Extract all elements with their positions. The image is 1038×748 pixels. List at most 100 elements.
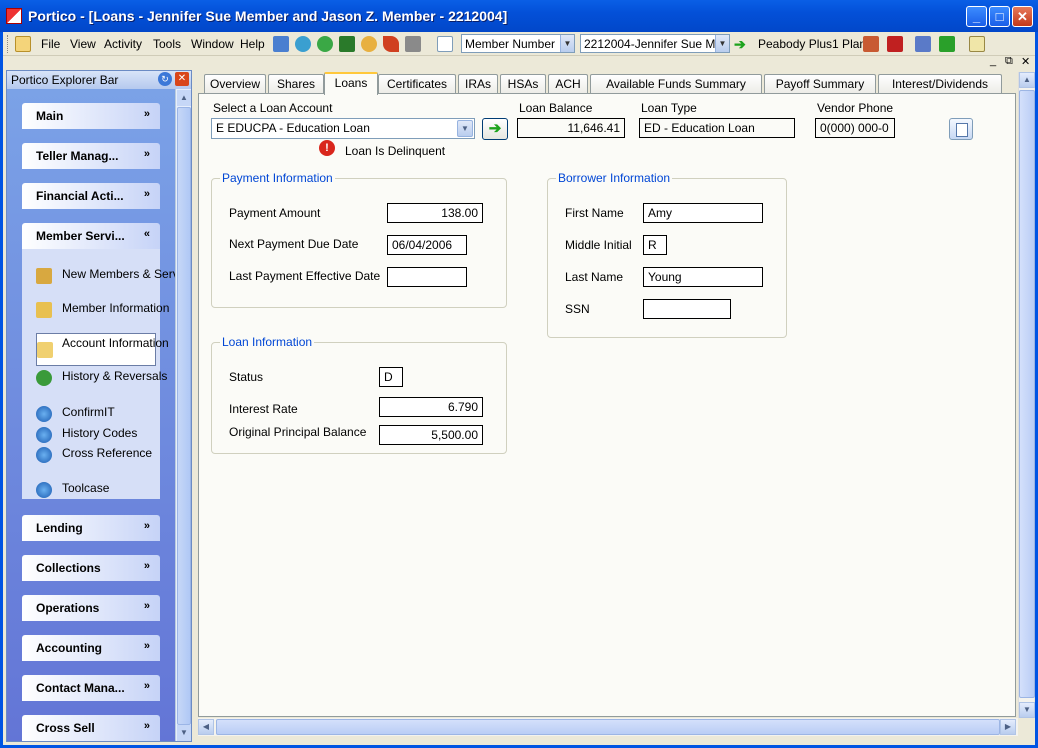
- chart-icon[interactable]: [915, 36, 931, 52]
- group-contact-management[interactable]: Contact Mana... »: [22, 675, 160, 701]
- interest-rate-field[interactable]: 6.790: [379, 397, 483, 417]
- nav-label: History & Reversals: [62, 369, 168, 383]
- chevron-down-icon[interactable]: »: [144, 560, 150, 572]
- main-horizontal-scrollbar[interactable]: ◀ ▶: [198, 718, 1018, 736]
- group-teller-management[interactable]: Teller Manag... »: [22, 143, 160, 169]
- redo-arrow-icon[interactable]: [383, 36, 399, 52]
- go-button[interactable]: ➔: [482, 118, 508, 140]
- middle-initial-field[interactable]: R: [643, 235, 667, 255]
- nav-history-codes[interactable]: History Codes: [25, 426, 145, 443]
- tab-iras[interactable]: IRAs: [458, 74, 498, 94]
- group-collections[interactable]: Collections »: [22, 555, 160, 581]
- chevron-down-icon[interactable]: »: [144, 600, 150, 612]
- nav-account-information[interactable]: Account Information: [36, 333, 169, 366]
- refresh-icon[interactable]: ↻: [158, 72, 172, 86]
- scroll-thumb[interactable]: [177, 107, 191, 725]
- chevron-down-icon[interactable]: »: [144, 640, 150, 652]
- tab-certificates[interactable]: Certificates: [378, 74, 456, 94]
- ssn-field[interactable]: [643, 299, 731, 319]
- search-type-select[interactable]: Member Number ▼: [461, 34, 575, 53]
- menu-activity[interactable]: Activity: [104, 37, 142, 51]
- payment-amount-field[interactable]: 138.00: [387, 203, 483, 223]
- original-principal-field[interactable]: 5,500.00: [379, 425, 483, 445]
- scroll-down-icon[interactable]: ▼: [1019, 702, 1035, 718]
- maximize-button[interactable]: □: [989, 6, 1010, 27]
- chevron-down-icon[interactable]: »: [144, 720, 150, 732]
- lookup-button[interactable]: [949, 118, 973, 140]
- tab-overview[interactable]: Overview: [204, 74, 266, 94]
- minimize-button[interactable]: _: [966, 6, 987, 27]
- envelope-icon[interactable]: [969, 36, 985, 52]
- loan-account-select[interactable]: E EDUCPA - Education Loan ▼: [211, 118, 475, 139]
- chevron-up-icon[interactable]: «: [144, 228, 150, 240]
- chevron-down-icon[interactable]: ▼: [457, 120, 473, 137]
- nav-confirmit[interactable]: ConfirmIT: [25, 405, 145, 422]
- scroll-down-icon[interactable]: ▼: [177, 725, 191, 741]
- scroll-up-icon[interactable]: ▲: [1019, 72, 1035, 88]
- nav-cross-reference[interactable]: Cross Reference: [25, 446, 152, 476]
- tab-ach[interactable]: ACH: [548, 74, 588, 94]
- next-due-date-field[interactable]: 06/04/2006: [387, 235, 467, 255]
- battery-icon[interactable]: [939, 36, 955, 52]
- group-cross-sell[interactable]: Cross Sell »: [22, 715, 160, 741]
- close-button[interactable]: ✕: [1012, 6, 1033, 27]
- menu-view[interactable]: View: [70, 37, 96, 51]
- scroll-left-icon[interactable]: ◀: [198, 719, 214, 735]
- scroll-thumb[interactable]: [1019, 90, 1035, 698]
- chevron-down-icon[interactable]: ▼: [560, 35, 574, 52]
- nav-history-reversals[interactable]: History & Reversals: [25, 369, 167, 399]
- last-name-field[interactable]: Young: [643, 267, 763, 287]
- padlock-icon[interactable]: [361, 36, 377, 52]
- chevron-down-icon[interactable]: ▼: [715, 35, 729, 52]
- mdi-restore-button[interactable]: ⧉: [1005, 55, 1013, 68]
- tab-payoff-summary[interactable]: Payoff Summary: [764, 74, 876, 94]
- group-main[interactable]: Main »: [22, 103, 160, 129]
- status-field[interactable]: D: [379, 367, 403, 387]
- first-name-field[interactable]: Amy: [643, 203, 763, 223]
- close-icon[interactable]: ✕: [175, 72, 189, 86]
- main-vertical-scrollbar[interactable]: ▲ ▼: [1018, 72, 1035, 718]
- chevron-down-icon[interactable]: »: [144, 148, 150, 160]
- tab-available-funds[interactable]: Available Funds Summary: [590, 74, 762, 94]
- go-arrow-icon[interactable]: ➔: [734, 36, 750, 52]
- nav-toolcase[interactable]: Toolcase: [25, 481, 145, 498]
- tab-interest-dividends[interactable]: Interest/Dividends: [878, 74, 1002, 94]
- mdi-close-button[interactable]: ✕: [1021, 55, 1030, 68]
- tab-loans[interactable]: Loans: [324, 72, 378, 95]
- alert-car-icon[interactable]: [887, 36, 903, 52]
- cash-icon[interactable]: [339, 36, 355, 52]
- group-accounting[interactable]: Accounting »: [22, 635, 160, 661]
- last-payment-date-field[interactable]: [387, 267, 467, 287]
- menu-window[interactable]: Window: [191, 37, 234, 51]
- menu-file[interactable]: File: [41, 37, 60, 51]
- tag-icon[interactable]: [295, 36, 311, 52]
- toolbar-grip[interactable]: [7, 35, 10, 53]
- nav-new-members[interactable]: New Members & Services: [25, 267, 175, 297]
- chevron-down-icon[interactable]: »: [144, 108, 150, 120]
- printer-icon[interactable]: [405, 36, 421, 52]
- mdi-minimize-button[interactable]: _: [990, 55, 996, 67]
- group-financial-activity[interactable]: Financial Acti... »: [22, 183, 160, 209]
- group-lending[interactable]: Lending »: [22, 515, 160, 541]
- tab-shares[interactable]: Shares: [268, 74, 324, 94]
- scroll-up-icon[interactable]: ▲: [177, 90, 191, 106]
- scroll-thumb[interactable]: [216, 719, 1000, 735]
- users-icon[interactable]: [863, 36, 879, 52]
- tab-hsas[interactable]: HSAs: [500, 74, 546, 94]
- scroll-right-icon[interactable]: ▶: [1000, 719, 1016, 735]
- explorer-scrollbar[interactable]: ▲ ▼: [175, 89, 191, 741]
- nav-member-information[interactable]: Member Information: [25, 301, 169, 331]
- chevron-down-icon[interactable]: »: [144, 188, 150, 200]
- menu-help[interactable]: Help: [240, 37, 265, 51]
- group-operations[interactable]: Operations »: [22, 595, 160, 621]
- new-document-icon[interactable]: [437, 36, 453, 52]
- explorer-toggle-icon[interactable]: [15, 36, 31, 52]
- chevron-down-icon[interactable]: »: [144, 520, 150, 532]
- menu-tools[interactable]: Tools: [153, 37, 181, 51]
- money-icon[interactable]: [317, 36, 333, 52]
- member-select[interactable]: 2212004-Jennifer Sue M ▼: [580, 34, 730, 53]
- group-member-services[interactable]: Member Servi... «: [22, 223, 160, 249]
- plan-label[interactable]: Peabody Plus1 Plan: [758, 37, 866, 51]
- chevron-down-icon[interactable]: »: [144, 680, 150, 692]
- calculator-icon[interactable]: [273, 36, 289, 52]
